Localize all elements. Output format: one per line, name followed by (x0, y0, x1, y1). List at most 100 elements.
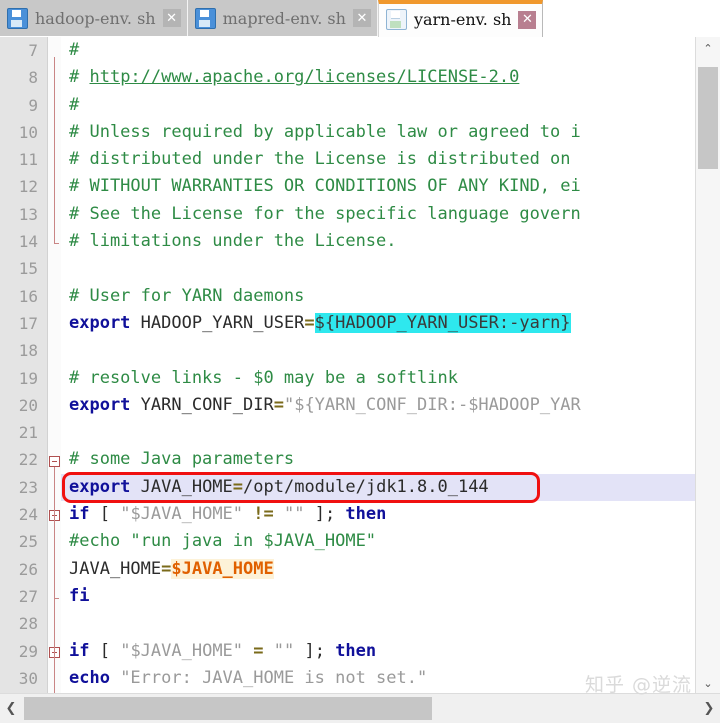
code-line[interactable]: echo "Error: JAVA_HOME is not set." (61, 665, 696, 692)
code-token: then (345, 504, 387, 525)
code-line[interactable]: # Unless required by applicable law or a… (61, 119, 696, 146)
code-line-text (61, 255, 696, 282)
code-folding-strip (48, 37, 61, 694)
code-line[interactable]: # WITHOUT WARRANTIES OR CONDITIONS OF AN… (61, 173, 696, 200)
code-line-text: # See the License for the specific langu… (61, 201, 696, 228)
code-line-text: if [ "$JAVA_HOME" = "" ]; then (61, 638, 696, 665)
code-line[interactable]: # http://www.apache.org/licenses/LICENSE… (61, 64, 696, 91)
code-token: = (273, 394, 284, 415)
code-line[interactable]: export JAVA_HOME=/opt/module/jdk1.8.0_14… (61, 473, 696, 502)
code-token: # distributed under the License is distr… (69, 149, 571, 170)
code-token: # (69, 40, 80, 60)
code-line[interactable] (61, 419, 696, 446)
scroll-left-icon[interactable]: ❮ (0, 694, 22, 723)
code-token: ${HADOOP_YARN_USER:-yarn} (314, 312, 571, 333)
code-line[interactable]: # (61, 92, 696, 119)
tab-label: mapred-env. sh (222, 8, 346, 28)
code-line[interactable]: export HADOOP_YARN_USER=${HADOOP_YARN_US… (61, 310, 696, 337)
code-line-text: if [ "$JAVA_HOME" != "" ]; then (61, 501, 696, 528)
tab-1[interactable]: hadoop-env. sh ✕ (0, 0, 188, 36)
code-line[interactable] (61, 337, 696, 364)
line-number: 17 (18, 313, 38, 333)
code-token: JAVA_HOME (69, 558, 162, 579)
line-number: 18 (18, 341, 38, 361)
vertical-scroll-thumb[interactable] (698, 67, 718, 169)
fold-toggle-icon[interactable] (49, 455, 60, 467)
code-line[interactable]: # resolve links - $0 may be a softlink (61, 365, 696, 392)
close-icon[interactable]: ✕ (162, 9, 181, 27)
code-line-text: # Unless required by applicable law or a… (61, 119, 696, 146)
code-line-text: echo "Error: JAVA_HOME is not set." (61, 665, 696, 692)
code-line[interactable]: # limitations under the License. (61, 228, 696, 255)
line-number: 30 (18, 668, 38, 688)
horizontal-scroll-thumb[interactable] (24, 697, 432, 720)
code-text-area[interactable]: # # http://www.apache.org/licenses/LICENS… (61, 37, 696, 694)
code-token: export (69, 394, 131, 415)
line-number: 7 (28, 41, 38, 60)
line-number: 19 (18, 368, 38, 388)
code-line-text: # (61, 92, 696, 119)
code-token: # (69, 67, 90, 88)
code-line[interactable]: exit 1 (61, 692, 696, 694)
code-token: # some Java parameters (69, 449, 295, 470)
vertical-scrollbar[interactable]: ⌃ ⌄ (695, 37, 720, 694)
code-token: http://www.apache.org/licenses/LICENSE-2… (89, 67, 520, 88)
code-line-text: # resolve links - $0 may be a softlink (61, 365, 696, 392)
code-line[interactable]: export YARN_CONF_DIR="${YARN_CONF_DIR:-$… (61, 392, 696, 419)
code-line-text: # distributed under the License is distr… (61, 146, 696, 173)
scroll-up-icon[interactable]: ⌃ (696, 37, 720, 59)
tab-3[interactable]: yarn-env. sh ✕ (377, 0, 544, 37)
line-number: 8 (28, 68, 38, 88)
code-token: # WITHOUT WARRANTIES OR CONDITIONS OF AN… (69, 176, 581, 197)
line-number: 20 (18, 395, 38, 415)
scroll-down-icon[interactable]: ⌄ (696, 672, 720, 694)
code-token: = (232, 476, 244, 497)
tab-2[interactable]: mapred-env. sh ✕ (187, 0, 378, 36)
scroll-right-icon[interactable]: ❯ (698, 694, 720, 723)
floppy-disk-icon (7, 7, 28, 29)
code-line[interactable]: # User for YARN daemons (61, 283, 696, 310)
code-line[interactable] (61, 255, 696, 282)
tab-bar: hadoop-env. sh ✕ mapred-env. sh ✕ yarn-env. … (0, 0, 720, 37)
tab-label: yarn-env. sh (413, 10, 512, 29)
line-number: 12 (18, 177, 38, 197)
line-number: 26 (18, 559, 38, 579)
editor-window: hadoop-env. sh ✕ mapred-env. sh ✕ yarn-env. … (0, 0, 720, 723)
line-number: 10 (18, 122, 38, 142)
close-icon[interactable]: ✕ (518, 10, 537, 29)
code-token: "$JAVA_HOME" (120, 640, 244, 661)
line-number: 16 (18, 286, 38, 306)
line-number: 11 (18, 150, 38, 170)
code-token: if (69, 640, 90, 661)
code-line-text: JAVA_HOME=$JAVA_HOME (61, 556, 696, 583)
code-line[interactable]: # some Java parameters (61, 446, 696, 473)
close-icon[interactable]: ✕ (352, 9, 371, 27)
code-line-text: # limitations under the License. (61, 228, 696, 255)
code-line[interactable]: if [ "$JAVA_HOME" != "" ]; then (61, 501, 696, 528)
code-line[interactable]: # (61, 37, 696, 64)
floppy-disk-icon (194, 7, 216, 29)
line-number: 14 (18, 232, 38, 252)
code-line[interactable]: # distributed under the License is distr… (61, 146, 696, 173)
line-number: 13 (18, 204, 38, 224)
horizontal-scrollbar[interactable]: ❮ ❯ (0, 693, 720, 723)
code-token: export (69, 476, 131, 497)
code-line-text (61, 610, 696, 637)
fold-region-line (54, 466, 55, 694)
fold-region-line (54, 57, 55, 244)
code-line[interactable]: if [ "$JAVA_HOME" = "" ]; then (61, 638, 696, 665)
code-line-text: export YARN_CONF_DIR="${YARN_CONF_DIR:-$… (61, 392, 696, 419)
code-line[interactable]: #echo "run java in $JAVA_HOME" (61, 528, 696, 555)
code-token: export (69, 312, 131, 333)
code-line[interactable]: JAVA_HOME=$JAVA_HOME (61, 556, 696, 583)
line-number: 23 (18, 477, 38, 497)
code-line[interactable]: fi (61, 583, 696, 610)
code-token: $JAVA_HOME (171, 558, 274, 579)
editor-pane: 7 8 9 10 11 12 13 14 15 16 17 18 19 20 21 22 23 24 25 26 27 2… (0, 37, 720, 694)
line-number: 9 (28, 95, 38, 115)
code-line-text: export JAVA_HOME=/opt/module/jdk1.8.0_14… (61, 474, 696, 501)
code-line[interactable]: # See the License for the specific langu… (61, 201, 696, 228)
code-line-text: export HADOOP_YARN_USER=${HADOOP_YARN_US… (61, 310, 696, 337)
code-line[interactable] (61, 610, 696, 637)
code-line-text: # WITHOUT WARRANTIES OR CONDITIONS OF AN… (61, 173, 696, 200)
